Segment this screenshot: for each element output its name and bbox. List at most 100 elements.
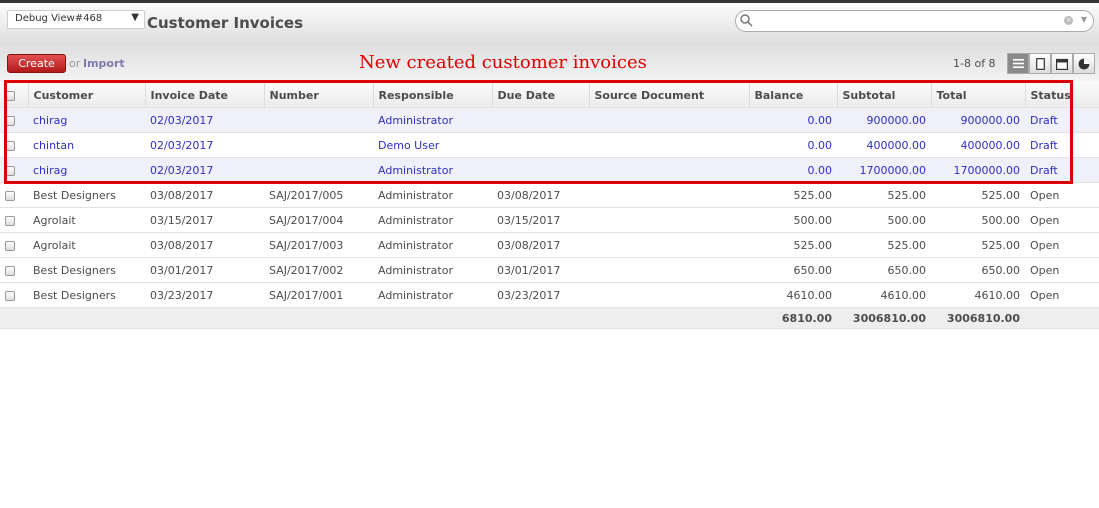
cell-source-document [589, 257, 749, 283]
form-view-button[interactable] [1029, 53, 1051, 74]
cell-due-date [492, 132, 589, 158]
page-title: Customer Invoices [147, 14, 303, 32]
cell-total: 900000.00 [931, 107, 1025, 133]
clear-search-icon[interactable]: × [1064, 16, 1073, 25]
row-checkbox[interactable] [0, 182, 28, 208]
cell-invoice-date: 03/08/2017 [145, 232, 264, 258]
column-header-number[interactable]: Number [263, 83, 373, 108]
pager-value[interactable]: 1-8 of 8 [953, 57, 996, 70]
list-view-button[interactable] [1007, 53, 1029, 74]
cell-customer: Best Designers [28, 182, 145, 208]
cell-responsible: Administrator [373, 282, 492, 308]
cell-subtotal: 650.00 [837, 257, 931, 283]
cell-responsible: Administrator [373, 207, 492, 233]
table-row[interactable]: chirag 02/03/2017 Administrator 0.00 1700000… [0, 157, 1099, 183]
cell-responsible: Demo User [373, 132, 492, 158]
cell-balance: 525.00 [749, 232, 837, 258]
table-row[interactable]: chirag 02/03/2017 Administrator 0.00 900000.… [0, 107, 1099, 133]
graph-view-button[interactable] [1073, 53, 1095, 74]
cell-source-document [589, 107, 749, 133]
row-checkbox[interactable] [0, 282, 28, 308]
column-header-due-date[interactable]: Due Date [491, 83, 589, 108]
cell-number: SAJ/2017/003 [264, 232, 373, 258]
cell-status: Draft [1025, 157, 1099, 183]
cell-customer: chintan [28, 132, 145, 158]
column-header-status[interactable]: Status [1024, 83, 1099, 108]
cell-status: Open [1025, 257, 1099, 283]
column-header-customer[interactable]: Customer [27, 83, 145, 108]
column-header-responsible[interactable]: Responsible [372, 83, 492, 108]
cell-status: Open [1025, 207, 1099, 233]
checkbox-icon [5, 190, 15, 201]
row-checkbox[interactable] [0, 157, 28, 183]
row-checkbox[interactable] [0, 207, 28, 233]
table-row[interactable]: Best Designers 03/23/2017 SAJ/2017/001 Admi… [0, 282, 1099, 308]
cell-subtotal: 400000.00 [837, 132, 931, 158]
totals-spacer [145, 307, 264, 329]
cell-due-date: 03/01/2017 [492, 257, 589, 283]
table-row[interactable]: Agrolait 03/15/2017 SAJ/2017/004 Administra… [0, 207, 1099, 233]
cell-customer: chirag [28, 107, 145, 133]
column-header-source-document[interactable]: Source Document [588, 83, 749, 108]
table-row[interactable]: chintan 02/03/2017 Demo User 0.00 400000.00 4… [0, 132, 1099, 158]
cell-responsible: Administrator [373, 157, 492, 183]
table-row[interactable]: Best Designers 03/01/2017 SAJ/2017/002 Admi… [0, 257, 1099, 283]
search-input[interactable] [754, 13, 1048, 31]
cell-source-document [589, 282, 749, 308]
chevron-down-icon: ▼ [131, 12, 139, 23]
row-checkbox[interactable] [0, 257, 28, 283]
totals-row: 6810.00 3006810.00 3006810.00 [0, 307, 1099, 329]
calendar-view-button[interactable] [1051, 53, 1073, 74]
cell-customer: Best Designers [28, 282, 145, 308]
cell-due-date: 03/08/2017 [492, 182, 589, 208]
search-box[interactable]: × ▼ [735, 10, 1094, 32]
row-checkbox[interactable] [0, 132, 28, 158]
cell-invoice-date: 02/03/2017 [145, 157, 264, 183]
totals-spacer [0, 307, 28, 329]
totals-spacer [28, 307, 145, 329]
cell-total: 650.00 [931, 257, 1025, 283]
cell-number [264, 157, 373, 183]
cell-invoice-date: 02/03/2017 [145, 107, 264, 133]
table-header-row: Customer Invoice Date Number Responsible… [0, 83, 1099, 108]
total-total: 3006810.00 [931, 307, 1025, 329]
cell-number: SAJ/2017/004 [264, 207, 373, 233]
checkbox-icon [5, 240, 15, 251]
table-row[interactable]: Best Designers 03/08/2017 SAJ/2017/005 Admi… [0, 182, 1099, 208]
column-header-invoice-date[interactable]: Invoice Date [144, 83, 264, 108]
table-row[interactable]: Agrolait 03/08/2017 SAJ/2017/003 Administra… [0, 232, 1099, 258]
cell-number: SAJ/2017/002 [264, 257, 373, 283]
cell-source-document [589, 132, 749, 158]
cell-customer: Agrolait [28, 207, 145, 233]
cell-balance: 525.00 [749, 182, 837, 208]
cell-source-document [589, 157, 749, 183]
cell-subtotal: 525.00 [837, 232, 931, 258]
create-button[interactable]: Create [7, 54, 66, 73]
cell-number [264, 132, 373, 158]
import-link[interactable]: Import [83, 57, 125, 70]
cell-invoice-date: 03/01/2017 [145, 257, 264, 283]
column-header-total[interactable]: Total [930, 83, 1025, 108]
select-all-checkbox[interactable] [0, 83, 28, 108]
debug-view-select[interactable]: Debug View#468 ▼ [7, 10, 145, 29]
cell-customer: Agrolait [28, 232, 145, 258]
search-options-icon[interactable]: ▼ [1081, 15, 1087, 24]
total-balance: 6810.00 [749, 307, 837, 329]
row-checkbox[interactable] [0, 232, 28, 258]
cell-total: 525.00 [931, 232, 1025, 258]
cell-status: Open [1025, 182, 1099, 208]
cell-subtotal: 525.00 [837, 182, 931, 208]
column-header-subtotal[interactable]: Subtotal [836, 83, 931, 108]
total-subtotal: 3006810.00 [837, 307, 931, 329]
cell-due-date: 03/23/2017 [492, 282, 589, 308]
checkbox-icon [5, 90, 15, 101]
row-checkbox[interactable] [0, 107, 28, 133]
cell-invoice-date: 02/03/2017 [145, 132, 264, 158]
column-header-balance[interactable]: Balance [748, 83, 837, 108]
cell-invoice-date: 03/08/2017 [145, 182, 264, 208]
cell-source-document [589, 207, 749, 233]
checkbox-icon [5, 140, 15, 151]
cell-status: Draft [1025, 107, 1099, 133]
cell-balance: 0.00 [749, 107, 837, 133]
cell-balance: 0.00 [749, 157, 837, 183]
